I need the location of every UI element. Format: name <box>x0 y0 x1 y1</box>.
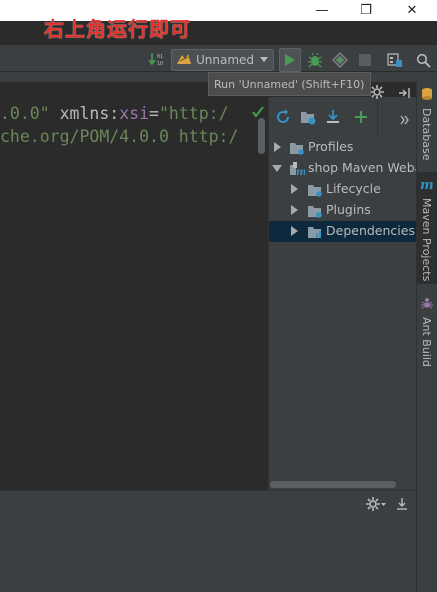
project-structure-icon <box>387 53 402 67</box>
tree-label-plugins: Plugins <box>326 202 371 217</box>
close-icon: ✕ <box>406 3 418 18</box>
tree-item-lifecycle[interactable]: Lifecycle <box>269 179 417 200</box>
debug-bug-icon <box>308 52 322 68</box>
search-button[interactable] <box>412 48 434 72</box>
maven-m-icon: m <box>420 175 434 194</box>
minimize-icon: — <box>315 3 329 18</box>
run-configuration-name: Unnamed <box>196 53 255 67</box>
chevron-right-icon[interactable] <box>274 142 281 152</box>
search-icon <box>416 53 431 68</box>
stop-button[interactable] <box>355 48 375 72</box>
hide-panel-down-icon <box>397 498 407 510</box>
tree-label-profiles: Profiles <box>308 139 354 154</box>
profiles-folder-icon <box>289 140 305 159</box>
database-icon <box>421 86 433 105</box>
bottom-tool-window[interactable] <box>0 515 416 592</box>
minimize-button[interactable]: — <box>302 0 342 21</box>
chevron-right-icon[interactable] <box>291 184 298 194</box>
tree-item-profiles[interactable]: Profiles <box>269 137 417 158</box>
maven-config-icon <box>176 51 192 70</box>
chevron-down-icon <box>260 57 268 62</box>
plus-icon <box>355 111 367 123</box>
code-eq: = <box>149 104 159 123</box>
refresh-icon <box>277 109 289 123</box>
maven-module-icon: m <box>289 161 307 180</box>
debug-button[interactable] <box>305 48 325 72</box>
code-line-1: .0.0" xmlns:xsi="http:/ <box>0 103 229 125</box>
tree-item-project[interactable]: m shop Maven Weba <box>269 158 422 180</box>
hide-panel-button[interactable] <box>398 84 410 103</box>
reimport-button[interactable] <box>275 109 291 129</box>
double-chevron-right-icon <box>400 115 409 125</box>
lifecycle-folder-icon <box>307 182 323 201</box>
restore-icon: ❐ <box>360 3 372 18</box>
toolbar-divider <box>377 97 378 137</box>
restore-button[interactable]: ❐ <box>346 0 386 21</box>
code-version: .0.0" <box>0 104 50 123</box>
tree-item-dependencies[interactable]: Dependencies <box>269 221 417 242</box>
tree-label-project: shop Maven Weba <box>308 160 423 175</box>
tab-database[interactable]: Database <box>416 86 437 161</box>
code-ns: xsi <box>119 104 150 123</box>
hide-panel-icon <box>399 88 410 98</box>
generate-sources-button[interactable] <box>300 109 317 129</box>
editor-scrollbar[interactable] <box>258 118 265 154</box>
tab-maven-projects[interactable]: m Maven Projects <box>416 172 437 284</box>
run-button[interactable] <box>279 48 301 72</box>
chevron-right-icon[interactable] <box>291 226 298 236</box>
coverage-button[interactable] <box>330 48 350 72</box>
tree-item-plugins[interactable]: Plugins <box>269 200 417 221</box>
svg-text:01: 01 <box>157 54 163 60</box>
dependencies-folder-icon <box>307 224 323 243</box>
code-editor[interactable]: .0.0" xmlns:xsi="http:/ che.org/POM/4.0.… <box>0 97 268 490</box>
run-icon <box>285 54 295 66</box>
tab-maven-projects-label: Maven Projects <box>420 198 433 282</box>
code-line-2: che.org/POM/4.0.0 http:/ <box>0 127 239 146</box>
gear-icon <box>366 497 386 511</box>
gear-icon <box>370 85 384 99</box>
vcs-update-icon[interactable]: 01 10 <box>148 45 166 72</box>
panel-gear-button[interactable] <box>370 84 384 103</box>
svg-text:m: m <box>420 178 434 190</box>
tree-label-lifecycle: Lifecycle <box>326 181 381 196</box>
bottom-panel-header <box>0 490 416 515</box>
tab-database-label: Database <box>420 108 433 161</box>
plugins-folder-icon <box>307 203 323 222</box>
add-maven-project-button[interactable] <box>354 109 368 128</box>
close-button[interactable]: ✕ <box>392 0 432 21</box>
download-icon <box>327 110 339 123</box>
ide-window: — ❐ ✕ 右上角运行即可 01 10 Unnamed Run 'Unnamed'… <box>0 0 437 592</box>
maven-panel-toolbar <box>268 97 416 137</box>
svg-text:m: m <box>296 167 305 176</box>
run-tooltip: Run 'Unnamed' (Shift+F10) <box>208 72 371 96</box>
code-xmlns: xmlns: <box>49 104 120 123</box>
maven-projects-panel: Profiles m shop Maven Weba Lifecycle Plu… <box>268 137 422 490</box>
ant-icon <box>420 294 433 313</box>
tree-label-dependencies: Dependencies <box>326 223 415 238</box>
chevron-down-icon[interactable] <box>272 165 282 172</box>
maven-horizontal-scrollbar[interactable] <box>270 481 396 488</box>
svg-text:10: 10 <box>157 61 163 67</box>
more-actions-button[interactable] <box>400 110 410 129</box>
tab-ant-build[interactable]: Ant Build <box>416 294 437 367</box>
annotation-text: 右上角运行即可 <box>44 17 191 41</box>
chevron-right-icon[interactable] <box>291 205 298 215</box>
tab-ant-build-label: Ant Build <box>420 317 433 367</box>
code-url: "http:/ <box>158 104 229 123</box>
project-structure-button[interactable] <box>384 48 406 72</box>
stop-icon <box>359 54 371 66</box>
run-configuration-select[interactable]: Unnamed <box>171 49 274 71</box>
bottom-gear-button[interactable] <box>366 496 386 515</box>
folder-refresh-icon <box>301 112 316 125</box>
coverage-icon <box>332 52 348 68</box>
bottom-hide-button[interactable] <box>396 496 408 515</box>
download-sources-button[interactable] <box>325 109 341 129</box>
